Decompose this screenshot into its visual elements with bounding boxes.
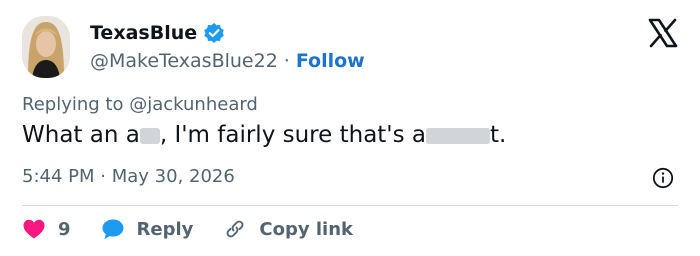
timestamp[interactable]: 5:44 PM · May 30, 2026 [22, 166, 235, 187]
post-date: May 30, 2026 [111, 166, 235, 187]
verified-badge-icon [203, 22, 225, 44]
censor-blur [426, 127, 491, 144]
reply-button[interactable]: Reply [101, 218, 194, 240]
info-icon[interactable] [652, 167, 674, 189]
avatar[interactable] [22, 16, 70, 78]
tweet-text-part-2: , I'm fairly sure that's a [159, 122, 427, 148]
like-button[interactable]: 9 [22, 218, 71, 240]
author-block: TexasBlue @MakeTexasBlue22 · Follow [90, 20, 365, 72]
name-row: TexasBlue [90, 20, 365, 46]
handle[interactable]: @MakeTexasBlue22 [90, 50, 278, 72]
handle-separator: · [283, 50, 290, 72]
tweet-card: TexasBlue @MakeTexasBlue22 · Follow Repl… [0, 0, 700, 256]
profile-photo [22, 16, 70, 78]
tweet-text: What an a , I'm fairly sure that's a t. [22, 122, 506, 148]
like-count: 9 [58, 218, 71, 240]
heart-icon [23, 219, 45, 239]
link-icon [226, 220, 244, 238]
post-time: 5:44 PM [22, 166, 95, 187]
copy-link-button[interactable]: Copy link [223, 217, 353, 241]
censor-blur [139, 127, 160, 144]
copy-link-label: Copy link [259, 218, 353, 240]
display-name[interactable]: TexasBlue [90, 22, 197, 44]
replying-to: Replying to @jackunheard [22, 94, 258, 115]
handle-row: @MakeTexasBlue22 · Follow [90, 50, 365, 72]
divider [22, 205, 678, 206]
x-logo-icon[interactable] [648, 18, 678, 48]
action-bar: 9 Reply Copy link [22, 214, 353, 244]
reply-bubble-icon [102, 219, 124, 239]
timestamp-separator: · [100, 166, 106, 187]
replying-to-label: Replying to [22, 94, 124, 115]
reply-label: Reply [136, 218, 194, 240]
reply-to-handle[interactable]: @jackunheard [129, 94, 258, 115]
tweet-text-part-3: t. [490, 122, 507, 148]
follow-button[interactable]: Follow [296, 50, 365, 72]
tweet-text-part-1: What an a [22, 122, 140, 148]
